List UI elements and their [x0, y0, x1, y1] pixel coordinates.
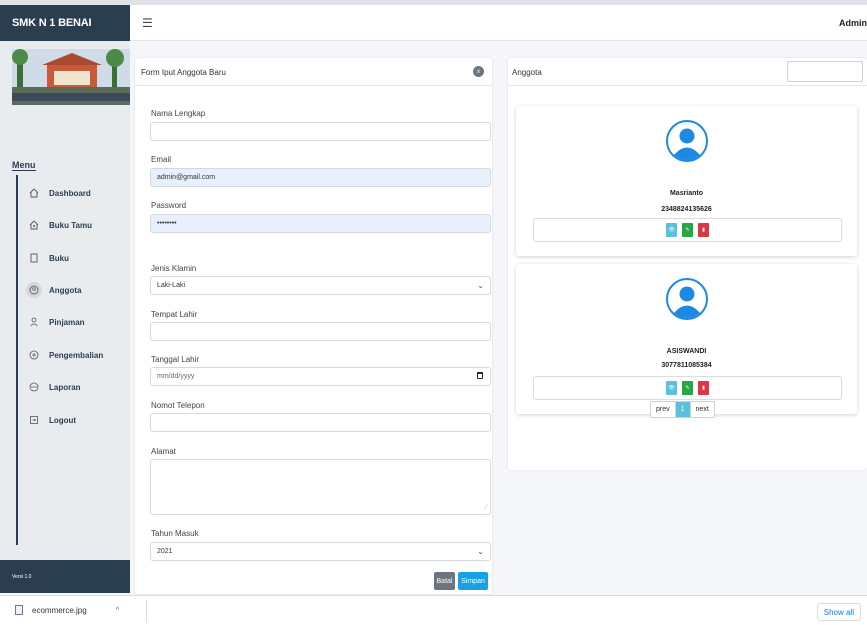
edit-icon[interactable]: ✎ — [682, 223, 693, 237]
tahun-masuk-select[interactable]: 2021 ⌄ — [150, 542, 491, 561]
trash-icon[interactable]: ▮ — [698, 223, 709, 237]
tanggal-lahir-input[interactable]: mm/dd/yyyy — [150, 367, 491, 386]
edit-icon[interactable]: ✎ — [682, 381, 693, 395]
calendar-icon[interactable] — [477, 372, 483, 379]
member-actions: 👁 ✎ ▮ — [533, 376, 842, 400]
eye-icon[interactable]: 👁 — [666, 223, 677, 237]
sidebar-item-logout[interactable]: Logout — [28, 412, 76, 428]
sidebar-item-buku-tamu[interactable]: Buku Tamu — [28, 217, 92, 233]
password-field[interactable]: •••••••• — [150, 214, 491, 233]
menu-line — [16, 175, 18, 545]
cancel-button[interactable]: Batal — [434, 572, 455, 590]
guestbook-icon — [28, 219, 40, 231]
sidebar-item-label: Buku — [49, 253, 69, 263]
school-photo — [12, 49, 130, 137]
return-icon — [28, 349, 40, 361]
alamat-label: Alamat — [151, 447, 176, 456]
chevron-down-icon: ⌄ — [477, 547, 484, 556]
sidebar-item-label: Pinjaman — [49, 317, 85, 327]
hamburger-icon[interactable]: ☰ — [142, 16, 153, 30]
download-filename: ecommerce.jpg — [32, 605, 87, 615]
pagination-prev[interactable]: prev — [651, 402, 676, 417]
user-avatar-icon — [666, 278, 708, 320]
eye-icon[interactable]: 👁 — [666, 381, 677, 395]
tahun-masuk-label: Tahun Masuk — [151, 529, 199, 538]
jenis-kelamin-value: Laki-Laki — [157, 282, 186, 289]
email-label: Email — [151, 155, 172, 164]
form-card-header: Form Iput Anggota Baru x — [135, 58, 492, 86]
alamat-textarea[interactable]: ⟋ — [150, 459, 491, 515]
pagination-current[interactable]: 1 — [675, 402, 691, 417]
tanggal-lahir-label: Tanggal Lahir — [151, 355, 200, 364]
member-card: ASISWANDI 3077811085384 👁 ✎ ▮ — [516, 264, 857, 414]
download-bar: ecommerce.jpg ^ Show all — [0, 595, 867, 625]
download-item[interactable]: ecommerce.jpg ^ — [15, 605, 119, 615]
search-input[interactable] — [787, 61, 863, 82]
show-all-button[interactable]: Show all — [816, 603, 861, 621]
sidebar: SMK N 1 BENAI Menu Dashboard Buku Tamu B… — [0, 5, 130, 593]
sidebar-item-laporan[interactable]: Laporan — [28, 379, 81, 395]
pagination-next[interactable]: next — [691, 402, 714, 417]
save-button[interactable]: Simpan — [458, 572, 488, 590]
member-name: Masrianto — [669, 190, 704, 197]
version-footer: Versi 1.0 — [0, 560, 130, 593]
sidebar-item-label: Buku Tamu — [49, 220, 92, 230]
member-actions: 👁 ✎ ▮ — [533, 218, 842, 242]
pagination: prev 1 next — [650, 401, 715, 418]
sidebar-item-label: Logout — [49, 415, 77, 425]
form-title: Form Iput Anggota Baru — [141, 68, 226, 77]
members-card: Anggota Masrianto 2348824135626 👁 ✎ ▮ AS… — [508, 58, 867, 470]
member-id: 3077811085384 — [661, 362, 712, 369]
sidebar-item-dashboard[interactable]: Dashboard — [28, 185, 91, 201]
close-icon[interactable]: x — [473, 66, 484, 77]
sidebar-item-buku[interactable]: Buku — [28, 250, 69, 266]
members-title: Anggota — [512, 68, 542, 77]
members-card-header: Anggota — [508, 58, 867, 86]
tahun-masuk-value: 2021 — [157, 548, 173, 555]
tanggal-lahir-value: mm/dd/yyyy — [157, 373, 195, 380]
users-icon — [26, 282, 42, 298]
resize-grip-icon[interactable]: ⟋ — [484, 505, 488, 512]
trash-icon[interactable]: ▮ — [698, 381, 709, 395]
sidebar-item-pinjaman[interactable]: Pinjaman — [28, 314, 85, 330]
top-header: ☰ Admin — [130, 5, 867, 41]
password-label: Password — [151, 201, 187, 210]
member-id: 2348824135626 — [661, 206, 712, 213]
loan-icon — [28, 316, 40, 328]
sidebar-item-label: Dashboard — [49, 188, 91, 198]
jenis-kelamin-select[interactable]: Laki-Laki ⌄ — [150, 276, 491, 295]
user-name[interactable]: Admin — [839, 18, 867, 28]
jenis-kelamin-label: Jenis Klamin — [151, 264, 197, 273]
version-text: Versi 1.0 — [12, 574, 32, 580]
menu-title: Menu — [12, 160, 36, 171]
telepon-label: Nomot Telepon — [151, 401, 205, 410]
member-form-card: Form Iput Anggota Baru x Nama Lengkap Em… — [135, 58, 492, 594]
brand-title[interactable]: SMK N 1 BENAI — [0, 5, 130, 41]
tempat-lahir-label: Tempat Lahir — [151, 310, 198, 319]
email-field[interactable]: admin@gmail.com — [150, 168, 491, 187]
nama-label: Nama Lengkap — [151, 109, 206, 118]
sidebar-item-label: Anggota — [49, 285, 82, 295]
tempat-lahir-input[interactable] — [150, 322, 491, 341]
chevron-up-icon[interactable]: ^ — [116, 607, 119, 614]
user-avatar-icon — [666, 120, 708, 162]
sidebar-item-label: Laporan — [49, 382, 81, 392]
sidebar-item-anggota[interactable]: Anggota — [26, 282, 82, 298]
member-card: Masrianto 2348824135626 👁 ✎ ▮ — [516, 106, 857, 256]
sidebar-item-label: Pengembalian — [49, 350, 104, 360]
member-name: ASISWANDI — [666, 348, 707, 355]
report-icon — [28, 381, 40, 393]
home-icon — [28, 187, 40, 199]
sidebar-item-pengembalian[interactable]: Pengembalian — [28, 347, 103, 363]
image-file-icon — [15, 605, 23, 615]
book-icon — [28, 252, 40, 264]
telepon-input[interactable] — [150, 413, 491, 432]
download-separator — [146, 600, 147, 622]
chevron-down-icon: ⌄ — [477, 281, 484, 290]
nama-input[interactable] — [150, 122, 491, 141]
logout-icon — [28, 414, 40, 426]
